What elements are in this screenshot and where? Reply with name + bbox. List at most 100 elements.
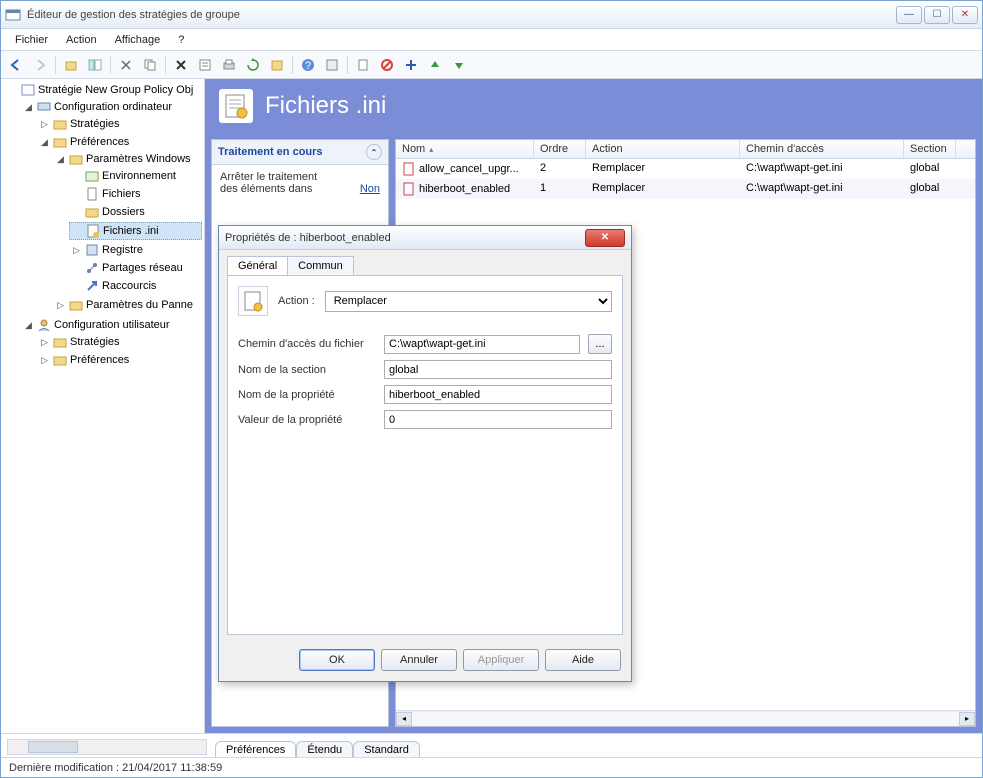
menu-action[interactable]: Action — [58, 32, 105, 48]
new-item-button[interactable] — [352, 54, 374, 76]
move-up-button[interactable] — [424, 54, 446, 76]
options-button[interactable] — [321, 54, 343, 76]
close-button[interactable]: ✕ — [952, 6, 978, 24]
dialog-buttons: OK Annuler Appliquer Aide — [219, 643, 631, 681]
tab-common[interactable]: Commun — [287, 256, 354, 275]
tab-extended[interactable]: Étendu — [296, 741, 353, 758]
menu-help[interactable]: ? — [170, 32, 192, 48]
section-row: Nom de la section — [238, 360, 612, 379]
tree-label: Partages réseau — [102, 262, 183, 274]
app-icon — [5, 7, 21, 23]
action-select[interactable]: Remplacer — [325, 291, 612, 312]
tree-folders[interactable]: Dossiers — [69, 204, 202, 220]
share-icon — [85, 261, 99, 275]
move-down-button[interactable] — [448, 54, 470, 76]
help-button[interactable]: Aide — [545, 649, 621, 671]
processing-header[interactable]: Traitement en cours ⌃ — [212, 140, 388, 165]
tree-root[interactable]: Stratégie New Group Policy Obj — [5, 82, 202, 98]
col-path[interactable]: Chemin d'accès — [740, 140, 904, 158]
tree-net-shares[interactable]: Partages réseau — [69, 260, 202, 276]
scroll-thumb[interactable] — [28, 741, 78, 753]
tree-user-config[interactable]: ◢Configuration utilisateur — [21, 317, 202, 333]
tree-label: Stratégies — [70, 118, 120, 130]
collapse-icon[interactable]: ⌃ — [366, 144, 382, 160]
table-row[interactable]: hiberboot_enabled 1 Remplacer C:\wapt\wa… — [396, 179, 975, 199]
tree-control-panel[interactable]: ▷Paramètres du Panne — [53, 297, 202, 313]
tab-standard[interactable]: Standard — [353, 741, 420, 758]
folder-icon — [53, 135, 67, 149]
export-button[interactable] — [266, 54, 288, 76]
tree-preferences[interactable]: ◢Préférences — [37, 134, 202, 150]
tree-ini-files[interactable]: Fichiers .ini — [69, 222, 202, 240]
tree-label: Paramètres Windows — [86, 153, 191, 165]
value-label: Valeur de la propriété — [238, 414, 376, 426]
property-row: Nom de la propriété — [238, 385, 612, 404]
col-name[interactable]: Nom▴ — [396, 140, 534, 158]
col-action[interactable]: Action — [586, 140, 740, 158]
back-button[interactable] — [5, 54, 27, 76]
ok-button[interactable]: OK — [299, 649, 375, 671]
tree-files[interactable]: Fichiers — [69, 186, 202, 202]
tree-hscroll[interactable] — [7, 739, 207, 755]
folder-icon — [53, 335, 67, 349]
properties-button[interactable] — [194, 54, 216, 76]
tree-root-label: Stratégie New Group Policy Obj — [38, 84, 193, 96]
dialog-close-button[interactable]: ✕ — [585, 229, 625, 247]
tree-computer-config[interactable]: ◢Configuration ordinateur — [21, 99, 202, 115]
svg-text:?: ? — [305, 60, 311, 72]
tree-strategies[interactable]: ▷Stratégies — [37, 116, 202, 132]
maximize-button[interactable]: ☐ — [924, 6, 950, 24]
scroll-right-button[interactable]: ▸ — [959, 712, 975, 726]
print-button[interactable] — [218, 54, 240, 76]
properties-dialog: Propriétés de : hiberboot_enabled ✕ Géné… — [218, 225, 632, 682]
col-order[interactable]: Ordre — [534, 140, 586, 158]
refresh-button[interactable] — [242, 54, 264, 76]
add-button[interactable] — [400, 54, 422, 76]
tab-preferences[interactable]: Préférences — [215, 741, 296, 758]
action-row: Action : Remplacer — [238, 286, 612, 316]
tree-label: Paramètres du Panne — [86, 299, 193, 311]
table-row[interactable]: allow_cancel_upgr... 2 Remplacer C:\wapt… — [396, 159, 975, 179]
stop-button[interactable] — [376, 54, 398, 76]
view-tabs: Préférences Étendu Standard — [215, 741, 420, 758]
tree-environment[interactable]: Environnement — [69, 168, 202, 184]
cancel-button[interactable]: Annuler — [381, 649, 457, 671]
copy-button[interactable] — [139, 54, 161, 76]
cell-path: C:\wapt\wapt-get.ini — [740, 181, 904, 197]
grid-hscroll[interactable]: ◂ ▸ — [396, 710, 975, 726]
tree-registry[interactable]: ▷Registre — [69, 242, 202, 258]
cell-name: hiberboot_enabled — [419, 183, 510, 195]
tree-shortcuts[interactable]: Raccourcis — [69, 278, 202, 294]
processing-value: Non — [360, 183, 380, 195]
file-path-input[interactable] — [384, 335, 580, 354]
tree-panel[interactable]: Stratégie New Group Policy Obj ◢Configur… — [1, 79, 205, 733]
col-section[interactable]: Section — [904, 140, 956, 158]
scroll-track[interactable] — [412, 712, 959, 726]
section-input[interactable] — [384, 360, 612, 379]
status-text: Dernière modification : 21/04/2017 11:38… — [9, 762, 222, 774]
property-input[interactable] — [384, 385, 612, 404]
help-button[interactable]: ? — [297, 54, 319, 76]
ini-icon — [219, 89, 253, 123]
apply-button[interactable]: Appliquer — [463, 649, 539, 671]
tab-general[interactable]: Général — [227, 256, 288, 275]
menu-file[interactable]: Fichier — [7, 32, 56, 48]
value-input[interactable] — [384, 410, 612, 429]
cut-button[interactable] — [115, 54, 137, 76]
cell-path: C:\wapt\wapt-get.ini — [740, 161, 904, 177]
dialog-titlebar[interactable]: Propriétés de : hiberboot_enabled ✕ — [219, 226, 631, 250]
menu-view[interactable]: Affichage — [107, 32, 169, 48]
scroll-left-button[interactable]: ◂ — [396, 712, 412, 726]
show-tree-button[interactable] — [84, 54, 106, 76]
tree-preferences2[interactable]: ▷Préférences — [37, 352, 202, 368]
browse-button[interactable]: ... — [588, 334, 612, 354]
forward-button[interactable] — [29, 54, 51, 76]
minimize-button[interactable]: — — [896, 6, 922, 24]
toolbar: ? — [1, 51, 982, 79]
delete-button[interactable] — [170, 54, 192, 76]
tree-win-params[interactable]: ◢Paramètres Windows — [53, 151, 202, 167]
env-icon — [85, 169, 99, 183]
tree-strategies2[interactable]: ▷Stratégies — [37, 334, 202, 350]
folder-icon — [69, 152, 83, 166]
up-button[interactable] — [60, 54, 82, 76]
